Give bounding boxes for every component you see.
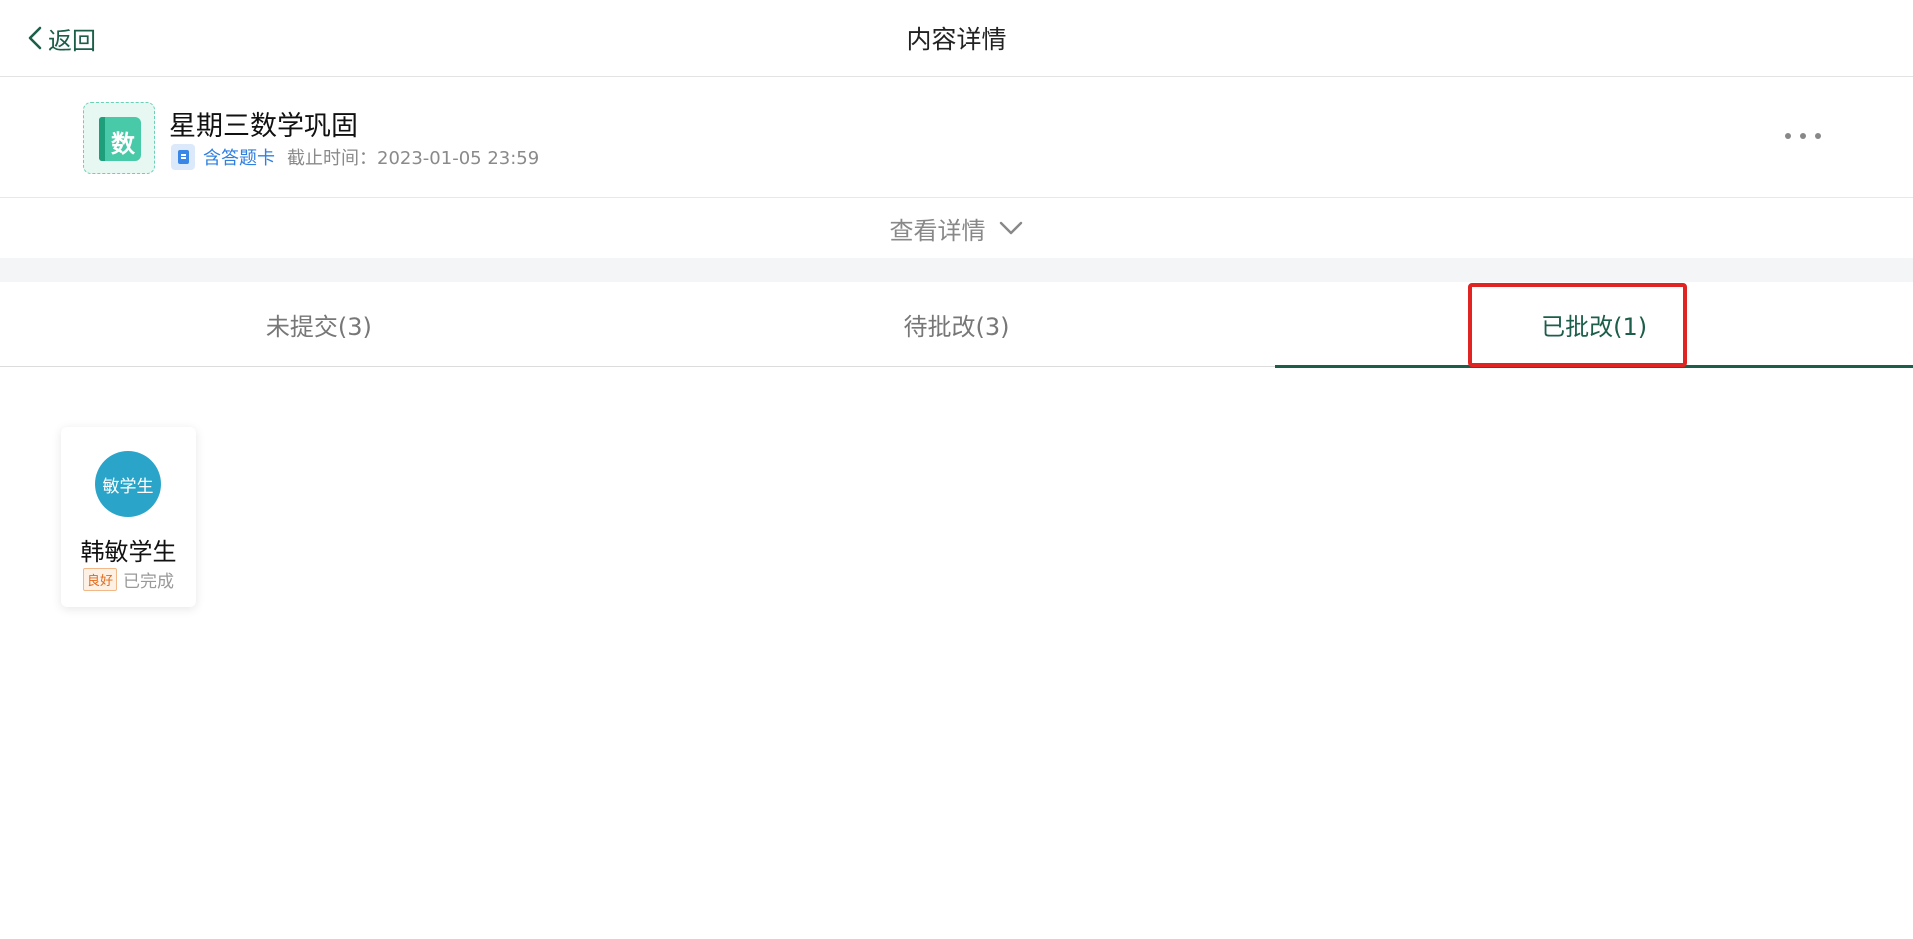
top-bar: 返回 内容详情 xyxy=(0,0,1913,77)
view-details-label: 查看详情 xyxy=(889,216,986,245)
book-icon: 数 xyxy=(99,117,141,161)
section-divider xyxy=(0,258,1913,282)
tab-not-submitted[interactable]: 未提交(3) xyxy=(0,282,638,366)
subject-char: 数 xyxy=(111,130,135,158)
task-info: 数 星期三数学巩固 含答题卡 截止时间：2023-01-05 23:59 xyxy=(0,78,1913,198)
task-meta: 含答题卡 截止时间：2023-01-05 23:59 xyxy=(171,142,539,172)
tab-pending-review[interactable]: 待批改(3) xyxy=(638,282,1276,366)
grade-badge: 良好 xyxy=(82,568,117,591)
task-title: 星期三数学巩固 xyxy=(169,111,358,142)
dot xyxy=(1800,133,1806,139)
math-subject-icon: 数 xyxy=(83,102,155,174)
dot xyxy=(1815,133,1821,139)
dot xyxy=(1785,133,1791,139)
student-card[interactable]: 敏学生 韩敏学生 良好 已完成 xyxy=(61,427,196,607)
chevron-down-icon xyxy=(999,221,1022,235)
deadline-text: 截止时间：2023-01-05 23:59 xyxy=(287,148,540,169)
student-status: 良好 已完成 xyxy=(61,567,196,592)
status-text: 已完成 xyxy=(123,572,174,592)
page-title: 内容详情 xyxy=(906,25,1007,54)
view-details-button[interactable]: 查看详情 xyxy=(0,199,1913,257)
tab-reviewed[interactable]: 已批改(1) xyxy=(1275,282,1913,368)
status-tabs: 未提交(3) 待批改(3) 已批改(1) xyxy=(0,282,1913,368)
answer-card-icon xyxy=(171,144,195,170)
more-options-icon[interactable] xyxy=(1785,126,1821,146)
student-name: 韩敏学生 xyxy=(80,538,177,566)
avatar: 敏学生 xyxy=(95,451,161,517)
answer-card-label[interactable]: 含答题卡 xyxy=(203,144,275,170)
